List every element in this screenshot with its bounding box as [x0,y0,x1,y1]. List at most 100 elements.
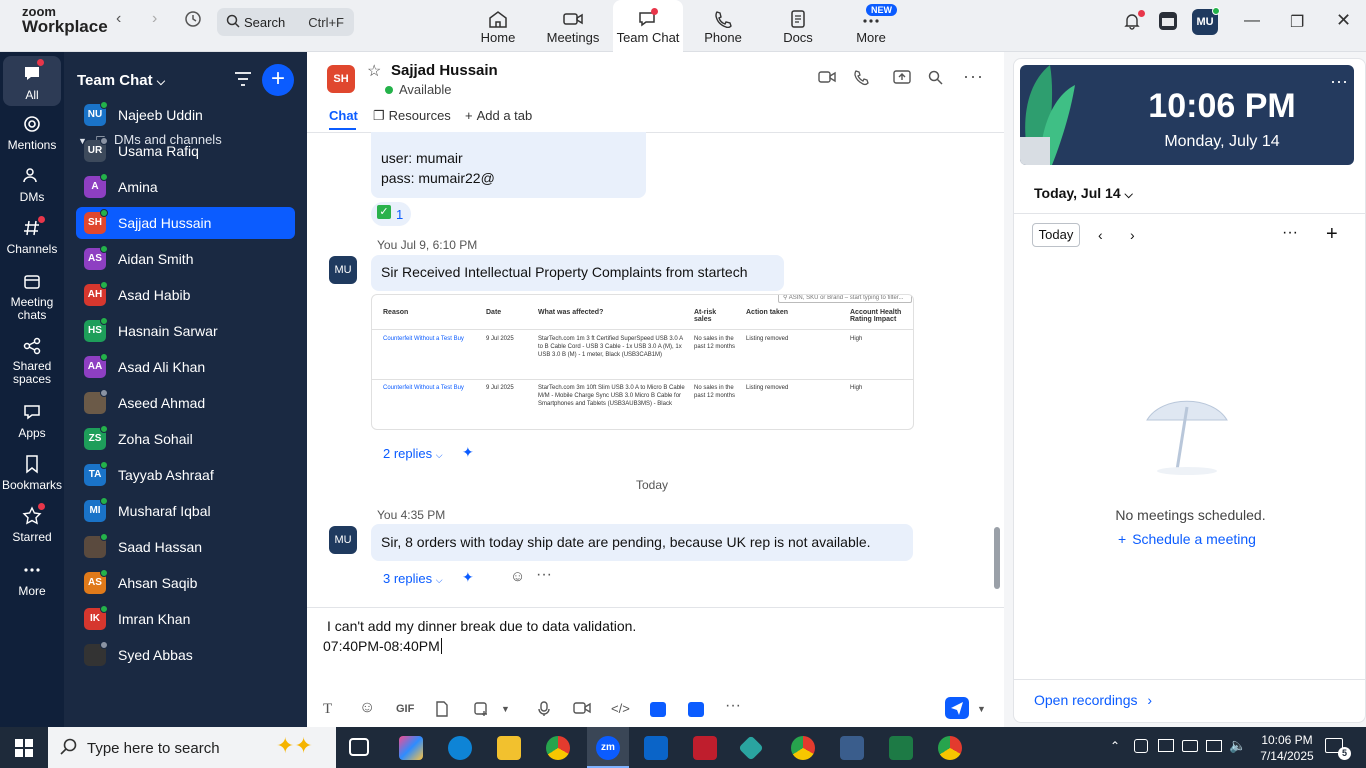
tray-battery-icon[interactable] [1182,740,1198,752]
sidebar-contact[interactable]: Aseed Ahmad [76,387,295,419]
tab-chat[interactable]: Chat [329,108,358,123]
sidebar-contact[interactable]: A Amina [76,171,295,203]
screenshot-icon[interactable] [473,701,489,720]
tab-home[interactable]: Home [463,0,533,52]
tab-phone[interactable]: Phone [688,0,758,52]
message-bubble[interactable]: Sir, 8 orders with today ship date are p… [371,524,913,561]
app-diamond-icon[interactable] [738,735,764,761]
replies-toggle[interactable]: 3 replies ⌵ [383,571,443,586]
search-box[interactable]: Search Ctrl+F [217,8,354,36]
today-button[interactable]: Today [1032,223,1080,247]
taskbar-clock[interactable]: 10:06 PM 7/14/2025 [1253,732,1321,764]
rail-mentions[interactable]: Mentions [0,114,64,152]
star-outline-icon[interactable]: ☆ [367,61,381,81]
zoom-taskbar-active[interactable]: zm [587,727,629,768]
sidebar-contact[interactable]: ZS Zoha Sohail [76,423,295,455]
tab-meetings[interactable]: Meetings [538,0,608,52]
chrome-icon[interactable] [546,736,570,760]
message-bubble[interactable]: user: mumair pass: mumair22@ [371,132,646,198]
chevron-down-icon[interactable]: ▼ [501,704,510,714]
excel-icon[interactable] [889,736,913,760]
tray-chevron-icon[interactable]: ⌃ [1110,739,1120,753]
sidebar-title[interactable]: Team Chat ⌵ [77,72,165,89]
gif-button[interactable]: GIF [396,703,414,715]
calendar-app-icon[interactable] [1157,10,1179,37]
sidebar-contact[interactable]: MI Musharaf Iqbal [76,495,295,527]
sidebar-contact[interactable]: Syed Abbas [76,639,295,671]
chevron-right-icon[interactable]: › [1130,227,1135,243]
tab-team-chat[interactable]: Team Chat [613,0,683,52]
emoji-icon[interactable]: ☺ [359,699,375,717]
composer-input[interactable]: I can't add my dinner break due to data … [323,618,636,654]
video-clip-icon[interactable] [573,701,591,718]
app-clips-icon[interactable] [688,702,704,717]
minimize-icon[interactable]: — [1244,12,1260,30]
chrome-work-icon[interactable] [938,736,962,760]
history-icon[interactable] [184,10,202,33]
rail-dms[interactable]: DMs [0,166,64,204]
scrollbar-thumb[interactable] [994,527,1000,589]
video-call-icon[interactable] [818,70,836,88]
tray-camera-icon[interactable] [1134,739,1148,753]
calculator-icon[interactable] [840,736,864,760]
sidebar-contact[interactable]: AS Aidan Smith [76,243,295,275]
rail-more[interactable]: More [0,560,64,598]
rail-channels[interactable]: Channels [0,218,64,256]
copilot-icon[interactable] [399,736,423,760]
outlook-icon[interactable] [644,736,668,760]
sidebar-contact[interactable]: AS Ahsan Saqib [76,567,295,599]
rail-shared-spaces[interactable]: Shared spaces [0,336,64,386]
rail-all[interactable]: All [3,56,61,106]
filter-icon[interactable] [234,71,252,92]
close-icon[interactable]: ✕ [1336,10,1351,31]
microphone-icon[interactable] [538,701,550,720]
file-explorer-icon[interactable] [497,736,521,760]
rail-starred[interactable]: Starred [0,506,64,544]
chevron-down-icon[interactable]: ▼ [977,704,986,714]
tray-network-icon[interactable] [1206,740,1222,752]
phone-call-icon[interactable] [853,70,869,90]
chrome-profile-icon[interactable] [791,736,815,760]
back-arrow-icon[interactable]: ‹ [116,10,121,28]
restore-icon[interactable]: ❐ [1290,12,1304,32]
contact-avatar[interactable]: SH [327,65,355,93]
ai-sparkle-icon[interactable]: ✦ [462,569,474,586]
code-snippet-icon[interactable]: </> [611,701,630,716]
sender-avatar[interactable]: MU [329,526,357,554]
app-whiteboard-icon[interactable] [650,702,666,717]
complaint-screenshot-attachment[interactable]: ⚲ ASIN, SKU or Brand – start typing to f… [371,294,914,430]
chevron-left-icon[interactable]: ‹ [1098,227,1103,243]
sidebar-contact[interactable]: TA Tayyab Ashraaf [76,459,295,491]
windows-start-icon[interactable] [15,739,33,762]
calendar-date-header[interactable]: Today, Jul 14 ⌵ [1034,185,1133,202]
sidebar-contact[interactable]: AH Asad Habib [76,279,295,311]
screen-share-icon[interactable] [893,70,911,89]
rail-bookmarks[interactable]: Bookmarks [0,454,64,492]
emoji-reaction-icon[interactable]: ☺ [510,568,525,585]
tray-volume-icon[interactable]: 🔈 [1229,737,1246,754]
taskbar-search[interactable]: Type here to search ✦✦ [48,727,336,768]
task-view-icon[interactable] [349,738,369,756]
sender-avatar[interactable]: MU [329,256,357,284]
more-options-icon[interactable]: ··· [963,66,984,87]
sidebar-contact[interactable]: SH Sajjad Hussain [76,207,295,239]
schedule-meeting-link[interactable]: + Schedule a meeting [1118,531,1256,547]
tab-add[interactable]: + Add a tab [465,108,532,123]
calendar-more-icon[interactable]: ··· [1282,224,1298,242]
add-event-icon[interactable]: + [1326,223,1338,246]
tray-screen-icon[interactable] [1158,739,1174,752]
rail-meeting-chats[interactable]: Meeting chats [0,272,64,322]
filezilla-icon[interactable] [693,736,717,760]
clock-more-icon[interactable]: ··· [1330,71,1348,92]
sidebar-contact[interactable]: AA Asad Ali Khan [76,351,295,383]
edge-icon[interactable] [448,736,472,760]
composer-more-icon[interactable]: ··· [725,697,741,715]
message-more-icon[interactable]: ··· [536,566,552,584]
forward-arrow-icon[interactable]: › [152,10,157,28]
sidebar-contact[interactable]: IK Imran Khan [76,603,295,635]
file-icon[interactable] [435,701,449,720]
tab-resources[interactable]: ❐ Resources [373,108,451,124]
tab-docs[interactable]: Docs [763,0,833,52]
sidebar-contact[interactable]: NU Najeeb Uddin [76,99,295,131]
sidebar-contact[interactable]: HS Hasnain Sarwar [76,315,295,347]
